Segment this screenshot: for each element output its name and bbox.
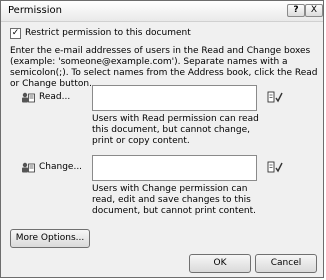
instructions-text: Enter the e-mail addresses of users in t… bbox=[10, 46, 318, 89]
cancel-button[interactable]: Cancel bbox=[255, 254, 317, 273]
address-book-icon[interactable] bbox=[267, 91, 283, 103]
restrict-permission-label[interactable]: Restrict permission to this document bbox=[25, 28, 191, 38]
title-bar: Permission ? X bbox=[1, 1, 323, 22]
read-button[interactable]: Read... bbox=[39, 92, 70, 102]
read-users-input[interactable] bbox=[92, 85, 257, 111]
change-users-input[interactable] bbox=[92, 155, 257, 181]
address-book-icon[interactable] bbox=[267, 161, 283, 173]
change-help-text: Users with Change permission can read, e… bbox=[92, 184, 257, 216]
change-people-icon bbox=[22, 162, 35, 173]
read-help-text: Users with Read permission can read this… bbox=[92, 114, 259, 146]
dialog-title: Permission bbox=[8, 5, 62, 16]
permission-dialog: Permission ? X ✓ Restrict permission to … bbox=[0, 0, 324, 278]
restrict-permission-checkbox[interactable]: ✓ bbox=[10, 28, 21, 39]
ok-button[interactable]: OK bbox=[189, 254, 251, 273]
read-people-icon bbox=[22, 92, 35, 103]
change-button[interactable]: Change... bbox=[39, 162, 82, 172]
help-button[interactable]: ? bbox=[287, 4, 305, 17]
more-options-button[interactable]: More Options... bbox=[10, 229, 90, 248]
close-button[interactable]: X bbox=[305, 4, 323, 17]
